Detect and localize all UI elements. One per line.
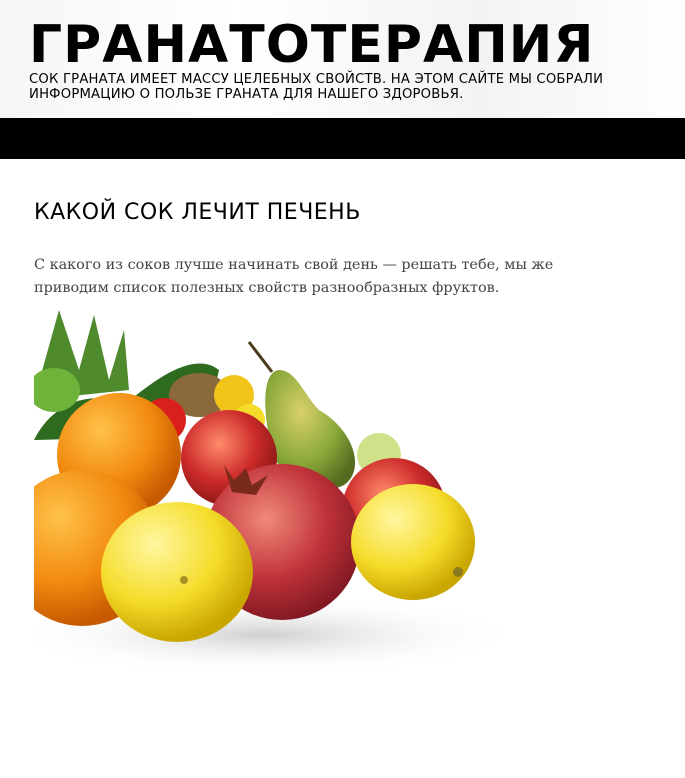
post-title[interactable]: КАКОЙ СОК ЛЕЧИТ ПЕЧЕНЬ [34, 200, 361, 225]
post-featured-image[interactable] [34, 310, 537, 688]
site-description: СОК ГРАНАТА ИМЕЕТ МАССУ ЦЕЛЕБНЫХ СВОЙСТВ… [29, 72, 604, 102]
site-header: ГРАНАТОТЕРАПИЯ СОК ГРАНАТА ИМЕЕТ МАССУ Ц… [0, 0, 685, 118]
post-excerpt: С какого из соков лучше начинать свой де… [34, 257, 554, 296]
navigation-bar [0, 118, 685, 159]
fruit-photo [34, 310, 537, 688]
site-title[interactable]: ГРАНАТОТЕРАПИЯ [29, 14, 594, 76]
